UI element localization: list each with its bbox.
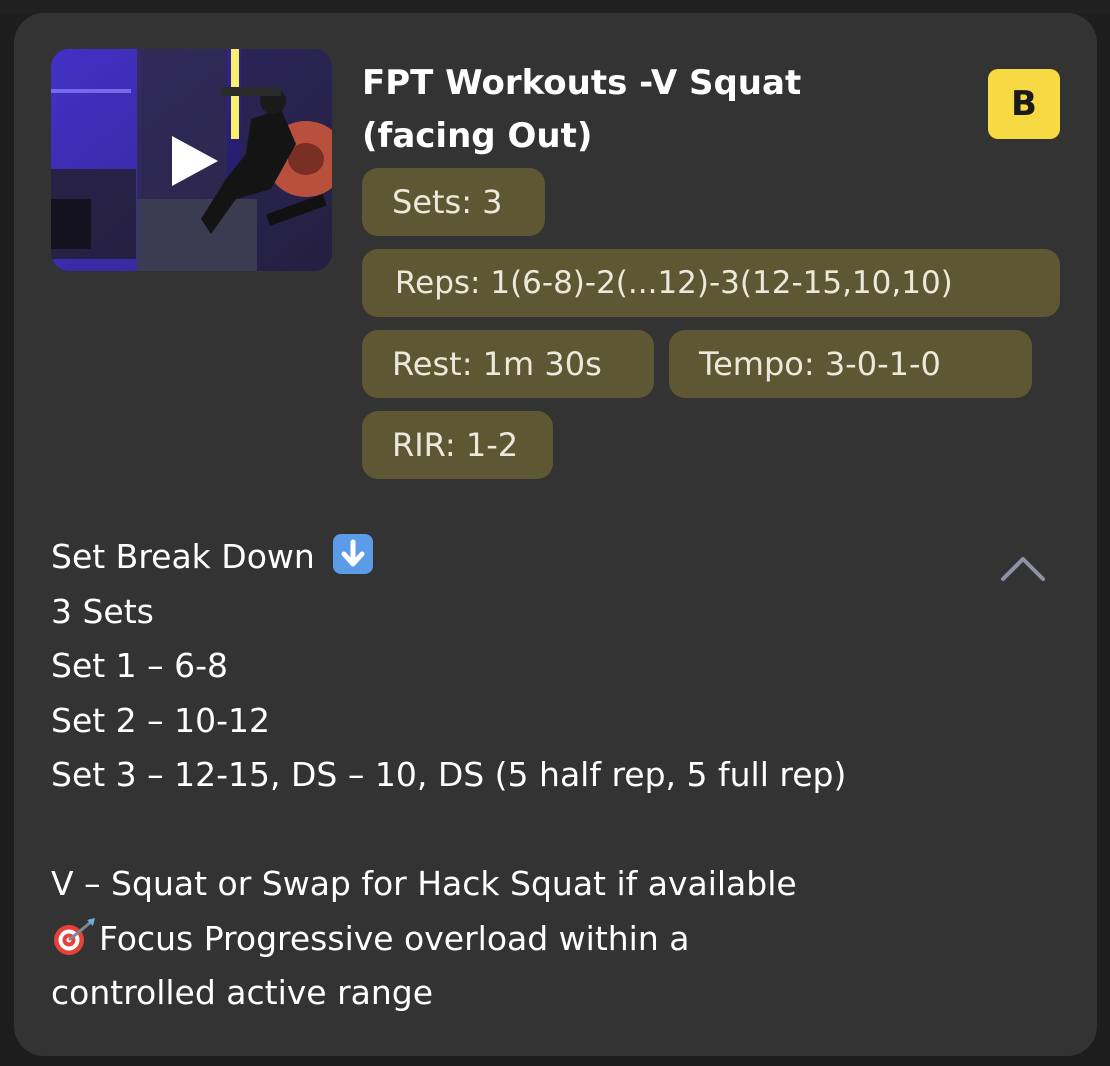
top-edge: [0, 0, 1110, 14]
down-arrow-emoji-icon: [333, 534, 374, 574]
chevron-up-icon[interactable]: [999, 553, 1047, 583]
rest-chip: Rest: 1m 30s: [362, 330, 654, 398]
exercise-title: FPT Workouts -V Squat (facing Out): [362, 63, 802, 156]
note-text: Focus Progressive overload within a: [99, 918, 690, 958]
note-line: Focus Progressive overload within a: [51, 912, 951, 967]
breakdown-line: Set 3 – 12-15, DS – 10, DS (5 half rep, …: [51, 755, 847, 794]
tempo-chip: Tempo: 3-0-1-0: [669, 330, 1032, 398]
breakdown-heading: Set Break Down: [51, 537, 315, 576]
breakdown-line: Set 2 – 10-12: [51, 700, 271, 740]
note-line: V – Squat or Swap for Hack Squat if avai…: [51, 864, 797, 903]
variant-badge: B: [988, 69, 1060, 139]
sets-chip: Sets: 3: [362, 168, 545, 236]
breakdown-line: 3 Sets: [51, 591, 154, 631]
exercise-card: FPT Workouts -V Squat (facing Out) B Set…: [14, 13, 1097, 1056]
breakdown-heading-line: Set Break Down: [51, 530, 951, 585]
reps-chip: Reps: 1(6-8)-2(...12)-3(12-15,10,10): [362, 249, 1060, 317]
video-thumbnail[interactable]: [51, 49, 332, 271]
rir-chip: RIR: 1-2: [362, 411, 553, 479]
set-breakdown: Set Break Down 3 Sets Set 1 – 6-8 Set 2 …: [51, 530, 951, 1021]
breakdown-line: Set 1 – 6-8: [51, 646, 229, 685]
note-line: controlled active range: [51, 973, 434, 1012]
play-icon[interactable]: [166, 133, 222, 189]
target-emoji-icon: [51, 916, 99, 956]
